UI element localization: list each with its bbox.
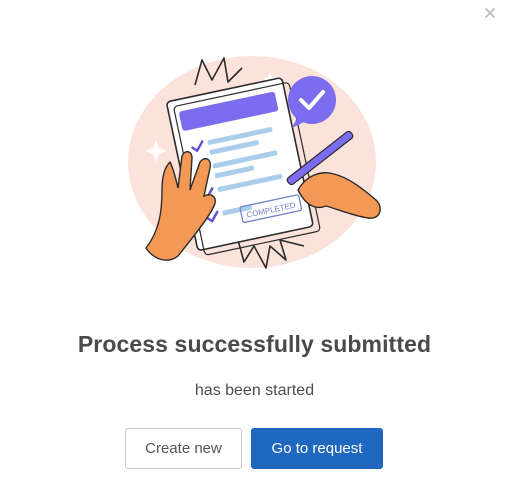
success-dialog: COMPLETED Process successfully submitted…	[0, 0, 509, 489]
checklist-illustration: COMPLETED	[128, 56, 381, 269]
create-new-button[interactable]: Create new	[125, 428, 242, 469]
dialog-title: Process successfully submitted	[77, 331, 432, 357]
close-icon	[485, 8, 495, 18]
dialog-subtitle: has been started	[194, 382, 315, 399]
close-button[interactable]	[479, 2, 501, 24]
go-to-request-button[interactable]: Go to request	[251, 428, 383, 469]
dialog-actions: Create new Go to request	[125, 428, 383, 469]
